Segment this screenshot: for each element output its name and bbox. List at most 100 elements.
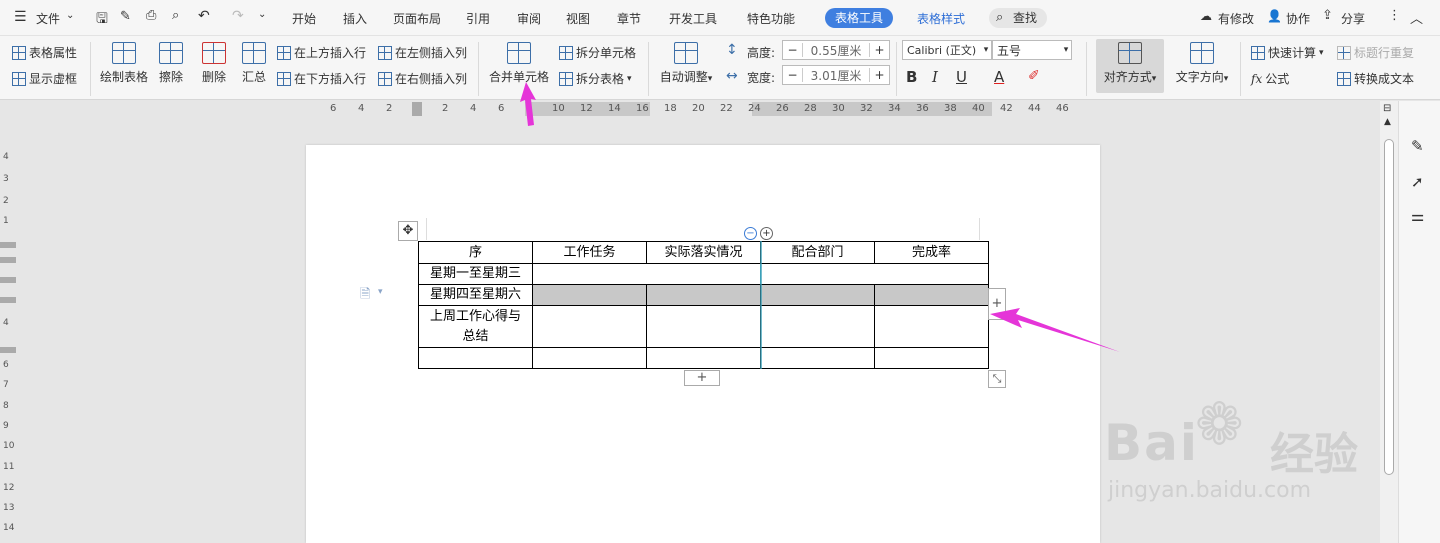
cursor-icon[interactable]: ➚ — [1411, 173, 1424, 191]
table-cell[interactable] — [760, 347, 875, 369]
draw-table-button[interactable]: 绘制表格 — [100, 42, 148, 85]
table-cell-selected[interactable] — [760, 284, 875, 306]
tab-view[interactable]: 视图 — [566, 10, 590, 27]
table-move-handle-icon[interactable]: ✥ — [398, 221, 418, 241]
collapse-ribbon-icon[interactable]: ︿ — [1410, 8, 1423, 27]
tab-table-style[interactable]: 表格样式 — [917, 10, 965, 27]
search-button[interactable]: ⌕ 查找 — [989, 8, 1048, 28]
auto-fit-button[interactable]: 自动调整▾ — [657, 42, 715, 85]
pen-icon[interactable]: ✎ — [1411, 137, 1424, 155]
text-direction-button[interactable]: 文字方向▾ — [1172, 42, 1232, 85]
print-icon[interactable]: ⎙ — [146, 8, 156, 23]
width-increase-button[interactable]: + — [869, 68, 889, 82]
table-cell[interactable] — [532, 347, 647, 369]
scroll-top-icon[interactable]: ⊟ — [1383, 103, 1391, 114]
table-header-cell[interactable]: 配合部门 — [760, 241, 875, 264]
share-button[interactable]: 分享 — [1341, 10, 1365, 27]
insert-column-icon[interactable]: + — [760, 227, 773, 240]
italic-icon[interactable]: I — [932, 68, 938, 86]
width-input[interactable]: 3.01厘米 — [803, 67, 869, 84]
insert-row-above-button[interactable]: 在上方插入行 — [277, 44, 366, 61]
table-cell[interactable] — [760, 305, 875, 348]
table-props-button[interactable]: 表格属性 — [12, 44, 77, 61]
undo-icon[interactable]: ↶ — [198, 8, 210, 24]
table-cell-selected[interactable] — [646, 284, 761, 306]
height-input[interactable]: 0.55厘米 — [803, 42, 869, 59]
vertical-scrollbar[interactable]: ⊟ ▲ — [1380, 101, 1398, 543]
tab-table-tools[interactable]: 表格工具 — [825, 8, 894, 28]
more-icon[interactable]: ⋮ — [1388, 8, 1401, 23]
scrollbar-thumb[interactable] — [1384, 139, 1394, 475]
data-table[interactable]: 序 工作任务 实际落实情况 配合部门 完成率 星期一至星期三 星期四至星期六 上… — [418, 241, 989, 369]
table-header-cell[interactable]: 序 — [418, 241, 533, 264]
table-resize-icon[interactable]: ⤡ — [988, 370, 1006, 388]
tab-chapter[interactable]: 章节 — [617, 10, 641, 27]
bold-icon[interactable]: B — [906, 68, 917, 86]
insert-col-right-button[interactable]: 在右侧插入列 — [378, 70, 467, 87]
table-merged-cell[interactable] — [532, 263, 761, 285]
tab-developer[interactable]: 开发工具 — [669, 10, 717, 27]
add-row-icon[interactable]: + — [684, 370, 720, 386]
highlight-icon[interactable]: ✐ — [1028, 68, 1040, 84]
collab-button[interactable]: 协作 — [1286, 10, 1310, 27]
ruler-marker[interactable] — [412, 102, 422, 116]
file-menu[interactable]: 文件 — [36, 10, 60, 27]
insert-col-left-button[interactable]: 在左侧插入列 — [378, 44, 467, 61]
height-stepper[interactable]: − 0.55厘米 + — [782, 40, 890, 60]
modified-status[interactable]: 有修改 — [1218, 10, 1254, 27]
table-header-cell[interactable]: 实际落实情况 — [646, 241, 761, 264]
width-stepper[interactable]: − 3.01厘米 + — [782, 65, 890, 85]
table-cell[interactable] — [532, 305, 647, 348]
hamburger-icon[interactable]: ☰ — [14, 9, 27, 25]
table-header-cell[interactable]: 工作任务 — [532, 241, 647, 264]
width-decrease-button[interactable]: − — [783, 68, 803, 82]
summary-button[interactable]: 汇总 — [240, 42, 268, 85]
height-decrease-button[interactable]: − — [783, 43, 803, 57]
table-cell[interactable] — [418, 347, 533, 369]
tab-page-layout[interactable]: 页面布局 — [393, 10, 441, 27]
table-cell[interactable]: 星期四至星期六 — [418, 284, 533, 306]
font-size-select[interactable]: 五号 ▾ — [992, 40, 1072, 60]
align-button[interactable]: 对齐方式▾ — [1096, 39, 1164, 93]
title-repeat-button[interactable]: 标题行重复 — [1337, 44, 1414, 61]
format-painter-icon[interactable]: ✎ — [120, 9, 131, 24]
settings-sliders-icon[interactable]: ⚌ — [1411, 207, 1424, 225]
erase-button[interactable]: 擦除 — [156, 42, 186, 85]
split-cells-button[interactable]: 拆分单元格 — [559, 44, 636, 61]
show-grid-button[interactable]: 显示虚框 — [12, 70, 77, 87]
table-cell[interactable] — [646, 347, 761, 369]
table-cell[interactable]: 星期一至星期三 — [418, 263, 533, 285]
underline-icon[interactable]: U — [956, 68, 967, 86]
delete-button[interactable]: 删除 — [196, 42, 232, 85]
convert-to-text-button[interactable]: 转换成文本 — [1337, 70, 1414, 87]
table-cell[interactable] — [874, 347, 989, 369]
scroll-up-icon[interactable]: ▲ — [1384, 117, 1391, 127]
table-cell-selected[interactable] — [532, 284, 647, 306]
save-icon[interactable]: 🖫 — [96, 8, 108, 32]
tab-review[interactable]: 审阅 — [517, 10, 541, 27]
table-merged-cell[interactable] — [760, 263, 989, 285]
horizontal-ruler[interactable]: 6 4 2 2 4 6 8 10 12 14 16 18 20 22 24 26… — [0, 101, 1380, 117]
height-increase-button[interactable]: + — [869, 43, 889, 57]
table-cell-selected[interactable] — [874, 284, 989, 306]
paragraph-layout-icon[interactable]: 🗎 — [360, 285, 370, 307]
tab-insert[interactable]: 插入 — [343, 10, 367, 27]
delete-column-icon[interactable]: − — [744, 227, 757, 240]
tab-special[interactable]: 特色功能 — [747, 10, 795, 27]
print-preview-icon[interactable]: ⌕ — [172, 8, 179, 23]
table-cell[interactable]: 上周工作心得与总结 — [418, 305, 533, 348]
table-cell[interactable] — [874, 305, 989, 348]
quick-access-more-icon[interactable]: ⌄ — [258, 9, 266, 20]
tab-reference[interactable]: 引用 — [466, 10, 490, 27]
table-cell[interactable] — [646, 305, 761, 348]
quick-calc-button[interactable]: 快速计算 ▾ — [1251, 44, 1324, 61]
vertical-ruler[interactable]: 4 3 2 1 4 6 7 8 9 10 11 12 13 14 — [0, 117, 16, 543]
redo-icon[interactable]: ↷ — [232, 8, 244, 24]
chevron-down-icon[interactable]: ⌄ — [66, 10, 74, 21]
font-color-icon[interactable]: A — [994, 68, 1004, 86]
table-header-cell[interactable]: 完成率 — [874, 241, 989, 264]
insert-row-below-button[interactable]: 在下方插入行 — [277, 70, 366, 87]
chevron-down-icon[interactable]: ▾ — [378, 287, 383, 297]
formula-button[interactable]: fx 公式 — [1251, 70, 1289, 87]
tab-start[interactable]: 开始 — [292, 10, 316, 27]
